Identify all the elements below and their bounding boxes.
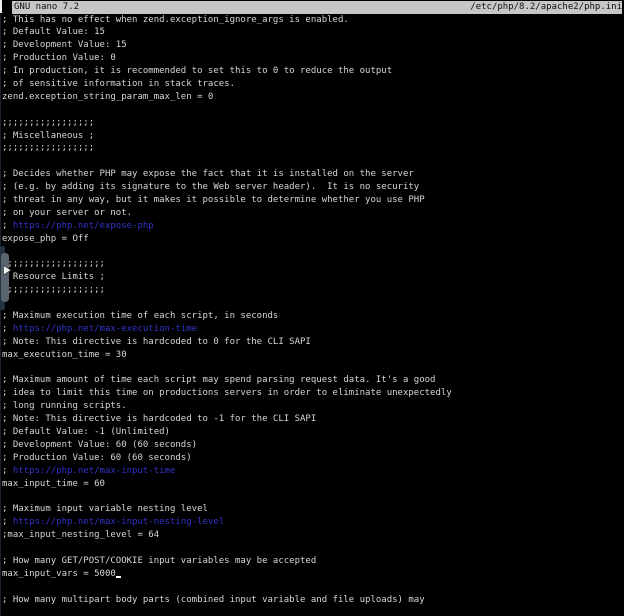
editor-line: ; https://php.net/max-execution-time (2, 323, 624, 336)
editor-text: zend.exception_string_param_max_len = 0 (2, 92, 213, 102)
editor-text: ; Production Value: 0 (2, 53, 116, 63)
editor-text: ; Maximum input variable nesting level (2, 504, 208, 514)
editor-text: ; (2, 221, 13, 231)
editor-text: ; Maximum amount of time each script may… (2, 375, 435, 385)
editor-text: ; Decides whether PHP may expose the fac… (2, 169, 414, 179)
editor-line: max_input_time = 60 (2, 478, 624, 491)
editor-line: ; Resource Limits ; (2, 271, 624, 284)
editor-line (2, 362, 624, 375)
editor-line: max_execution_time = 30 (2, 349, 624, 362)
app-version-label: GNU nano 7.2 (14, 1, 79, 14)
editor-line: ; Development Value: 15 (2, 39, 624, 52)
editor-line: ; on your server or not. (2, 207, 624, 220)
editor-line: ; threat in any way, but it makes it pos… (2, 194, 624, 207)
url-link[interactable]: https://php.net/expose-php (13, 221, 154, 231)
editor-text: max_execution_time = 30 (2, 350, 127, 360)
editor-line: ;;;;;;;;;;;;;;;;; (2, 117, 624, 130)
editor-line (2, 581, 624, 594)
editor-line: ; Default Value: 15 (2, 26, 624, 39)
editor-text: ; of sensitive information in stack trac… (2, 79, 235, 89)
editor-text: ; How many multipart body parts (combine… (2, 595, 425, 605)
editor-text: ; threat in any way, but it makes it pos… (2, 195, 425, 205)
editor-line: ; https://php.net/max-input-time (2, 465, 624, 478)
editor-lines[interactable]: ; This has no effect when zend.exception… (2, 14, 624, 607)
editor-line (2, 490, 624, 503)
editor-text: ; Note: This directive is hardcoded to -… (2, 414, 316, 424)
editor-text: max_input_vars = 5000 (2, 569, 116, 579)
editor-line (2, 246, 624, 259)
editor-line (2, 297, 624, 310)
editor-line: ;max_input_nesting_level = 64 (2, 529, 624, 542)
editor-text: ; (2, 517, 13, 527)
editor-text: ; In production, it is recommended to se… (2, 66, 392, 76)
editor-text: ; Development Value: 15 (2, 40, 127, 50)
editor-line: ; Production Value: 0 (2, 52, 624, 65)
editor-line: ; Decides whether PHP may expose the fac… (2, 168, 624, 181)
editor-line (2, 155, 624, 168)
editor-text: ; (2, 324, 13, 334)
editor-text: ; idea to limit this time on productions… (2, 388, 452, 398)
editor-line: ; Default Value: -1 (Unlimited) (2, 426, 624, 439)
editor-line: ; https://php.net/expose-php (2, 220, 624, 233)
editor-line: max_input_vars = 5000 (2, 568, 624, 581)
nano-titlebar: GNU nano 7.2 /etc/php/8.2/apache2/php.in… (12, 1, 623, 14)
editor-line: ; Note: This directive is hardcoded to 0… (2, 336, 624, 349)
editor-line: ; Note: This directive is hardcoded to -… (2, 413, 624, 426)
editor-text: ; Resource Limits ; (2, 272, 105, 282)
editor-line: ; Maximum amount of time each script may… (2, 374, 624, 387)
editor-line: ;;;;;;;;;;;;;;;;;;; (2, 258, 624, 271)
editor-line: ; This has no effect when zend.exception… (2, 14, 624, 27)
terminal-screen[interactable]: GNU nano 7.2 /etc/php/8.2/apache2/php.in… (0, 0, 624, 616)
mouse-cursor (3, 265, 12, 276)
editor-line: ; idea to limit this time on productions… (2, 387, 624, 400)
editor-text: ; long running scripts. (2, 401, 127, 411)
editor-line: ; long running scripts. (2, 400, 624, 413)
editor-line: ; Production Value: 60 (60 seconds) (2, 452, 624, 465)
editor-text: ; Note: This directive is hardcoded to 0… (2, 337, 311, 347)
editor-line (2, 104, 624, 117)
editor-line: ;;;;;;;;;;;;;;;;;;; (2, 284, 624, 297)
editor-line: ; (e.g. by adding its signature to the W… (2, 181, 624, 194)
editor-line: expose_php = Off (2, 233, 624, 246)
editor-text: ; Production Value: 60 (60 seconds) (2, 453, 192, 463)
editor-text: ; This has no effect when zend.exception… (2, 15, 349, 25)
editor-line: ; https://php.net/max-input-nesting-leve… (2, 516, 624, 529)
editor-text: ; Default Value: -1 (Unlimited) (2, 427, 170, 437)
editor-line: ; Development Value: 60 (60 seconds) (2, 439, 624, 452)
window-left-edge (0, 14, 1, 616)
editor-text: ; on your server or not. (2, 208, 132, 218)
editor-line (2, 542, 624, 555)
editor-text: expose_php = Off (2, 234, 89, 244)
url-link[interactable]: https://php.net/max-input-nesting-level (13, 517, 224, 527)
editor-text: ;;;;;;;;;;;;;;;;; (2, 143, 94, 153)
editor-line: zend.exception_string_param_max_len = 0 (2, 91, 624, 104)
editor-text: ; Default Value: 15 (2, 27, 105, 37)
editor-text: ; Miscellaneous ; (2, 131, 94, 141)
editor-line: ; How many GET/POST/COOKIE input variabl… (2, 555, 624, 568)
file-path-label: /etc/php/8.2/apache2/php.ini (470, 1, 622, 14)
editor-line: ; Maximum execution time of each script,… (2, 310, 624, 323)
url-link[interactable]: https://php.net/max-input-time (13, 466, 176, 476)
editor-text: ; Development Value: 60 (60 seconds) (2, 440, 197, 450)
editor-line: ; of sensitive information in stack trac… (2, 78, 624, 91)
editor-text: ;;;;;;;;;;;;;;;;;;; (2, 285, 105, 295)
editor-text: ; (2, 466, 13, 476)
editor-text: ; How many GET/POST/COOKIE input variabl… (2, 556, 316, 566)
editor-text: ; (e.g. by adding its signature to the W… (2, 182, 419, 192)
editor-line: ; In production, it is recommended to se… (2, 65, 624, 78)
editor-line: ; Miscellaneous ; (2, 130, 624, 143)
editor-text: max_input_time = 60 (2, 479, 105, 489)
editor-text: ;;;;;;;;;;;;;;;;; (2, 118, 94, 128)
editor-text: ;;;;;;;;;;;;;;;;;;; (2, 259, 105, 269)
text-cursor (116, 576, 121, 578)
window-edge-highlight (0, 0, 2, 13)
editor-line: ;;;;;;;;;;;;;;;;; (2, 142, 624, 155)
url-link[interactable]: https://php.net/max-execution-time (13, 324, 197, 334)
editor-line: ; Maximum input variable nesting level (2, 503, 624, 516)
editor-line: ; How many multipart body parts (combine… (2, 594, 624, 607)
scrollbar-thumb[interactable] (1, 253, 9, 302)
editor-text: ;max_input_nesting_level = 64 (2, 530, 159, 540)
editor-text: ; Maximum execution time of each script,… (2, 311, 278, 321)
